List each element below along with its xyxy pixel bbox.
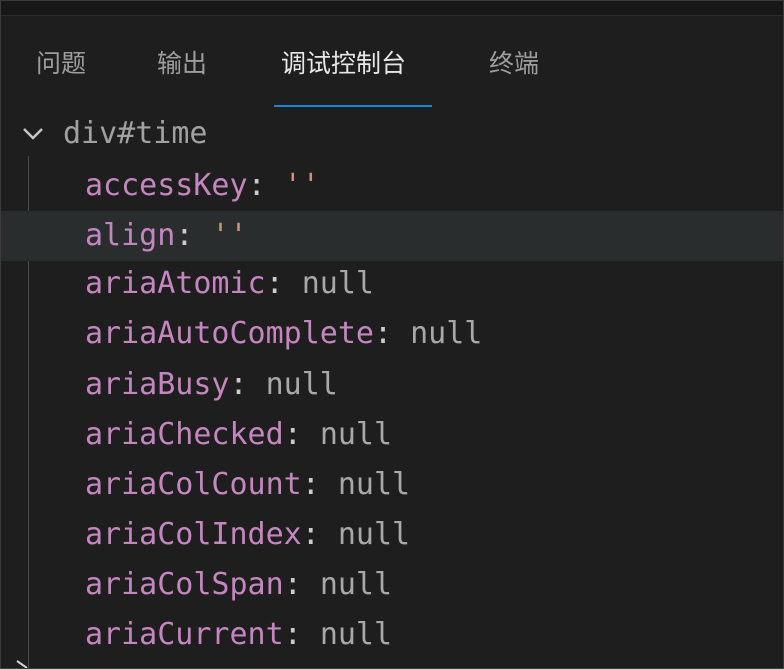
property-value: null xyxy=(337,467,411,502)
property-value: null xyxy=(319,617,393,652)
panel-top-border xyxy=(1,1,783,16)
property-name: ariaColSpan xyxy=(85,567,284,602)
property-name: ariaColCount xyxy=(85,467,302,502)
property-colon: : xyxy=(247,168,266,203)
property-entry: ariaAtomic: null xyxy=(85,259,374,309)
property-value: null xyxy=(337,517,411,552)
property-colon: : xyxy=(283,567,302,602)
tree-row[interactable]: accessKey: '' xyxy=(1,161,783,211)
resize-handle-icon xyxy=(16,660,28,668)
tab-output[interactable]: 输出 xyxy=(157,47,207,87)
tree-root-row[interactable]: div#time xyxy=(1,108,783,156)
property-name: ariaColIndex xyxy=(85,517,302,552)
chevron-down-icon[interactable] xyxy=(21,126,45,142)
property-name: ariaChecked xyxy=(85,417,284,452)
property-colon: : xyxy=(301,517,320,552)
property-name: accessKey xyxy=(85,168,248,203)
property-value: null xyxy=(319,417,393,452)
property-entry: ariaColIndex: null xyxy=(85,510,410,560)
property-entry: ariaAutoComplete: null xyxy=(85,309,482,359)
property-colon: : xyxy=(265,266,284,301)
property-colon: : xyxy=(175,218,194,253)
property-entry: ariaColCount: null xyxy=(85,460,410,510)
property-name: ariaBusy xyxy=(85,367,230,402)
property-name: ariaAutoComplete xyxy=(85,316,374,351)
tree-row[interactable]: ariaAutoComplete: null xyxy=(1,309,783,359)
debug-panel: 问题 输出 调试控制台 终端 div#time accessKey: '' ali… xyxy=(0,0,784,669)
tab-debug-console[interactable]: 调试控制台 xyxy=(281,47,406,87)
property-colon: : xyxy=(229,367,248,402)
tree-row[interactable]: ariaCurrent: null xyxy=(1,610,783,660)
property-colon: : xyxy=(373,316,393,351)
property-value: null xyxy=(319,567,393,602)
property-colon: : xyxy=(283,617,302,652)
tree-row[interactable]: ariaColIndex: null xyxy=(1,510,783,560)
variable-tree: div#time accessKey: '' align: '' ariaAtomi… xyxy=(1,108,783,668)
property-colon: : xyxy=(301,467,320,502)
property-name: align xyxy=(85,218,176,253)
tree-root-label: div#time xyxy=(63,116,208,151)
property-entry: accessKey: '' xyxy=(85,161,320,211)
property-entry: ariaChecked: null xyxy=(85,410,392,460)
property-entry: ariaColSpan: null xyxy=(85,560,392,610)
property-value: '' xyxy=(211,218,248,253)
property-value: null xyxy=(301,266,374,301)
property-value: null xyxy=(410,316,483,351)
tab-problems[interactable]: 问题 xyxy=(36,47,86,87)
property-colon: : xyxy=(283,417,302,452)
property-name: ariaAtomic xyxy=(85,266,266,301)
panel-tab-bar: 问题 输出 调试控制台 终端 xyxy=(1,16,783,108)
tree-row[interactable]: align: '' xyxy=(1,211,783,261)
tree-row[interactable]: ariaColSpan: null xyxy=(1,560,783,610)
property-entry: ariaBusy: null xyxy=(85,360,338,410)
tab-terminal[interactable]: 终端 xyxy=(489,47,539,87)
property-entry: align: '' xyxy=(85,211,248,261)
property-value: null xyxy=(265,367,338,402)
property-entry: ariaCurrent: null xyxy=(85,610,392,660)
property-value: '' xyxy=(283,168,320,203)
tree-row[interactable]: ariaColCount: null xyxy=(1,460,783,510)
tree-row[interactable]: ariaChecked: null xyxy=(1,410,783,460)
active-tab-indicator xyxy=(274,105,432,107)
tree-row[interactable]: ariaAtomic: null xyxy=(1,259,783,309)
property-name: ariaCurrent xyxy=(85,617,284,652)
tree-row[interactable]: ariaBusy: null xyxy=(1,360,783,410)
